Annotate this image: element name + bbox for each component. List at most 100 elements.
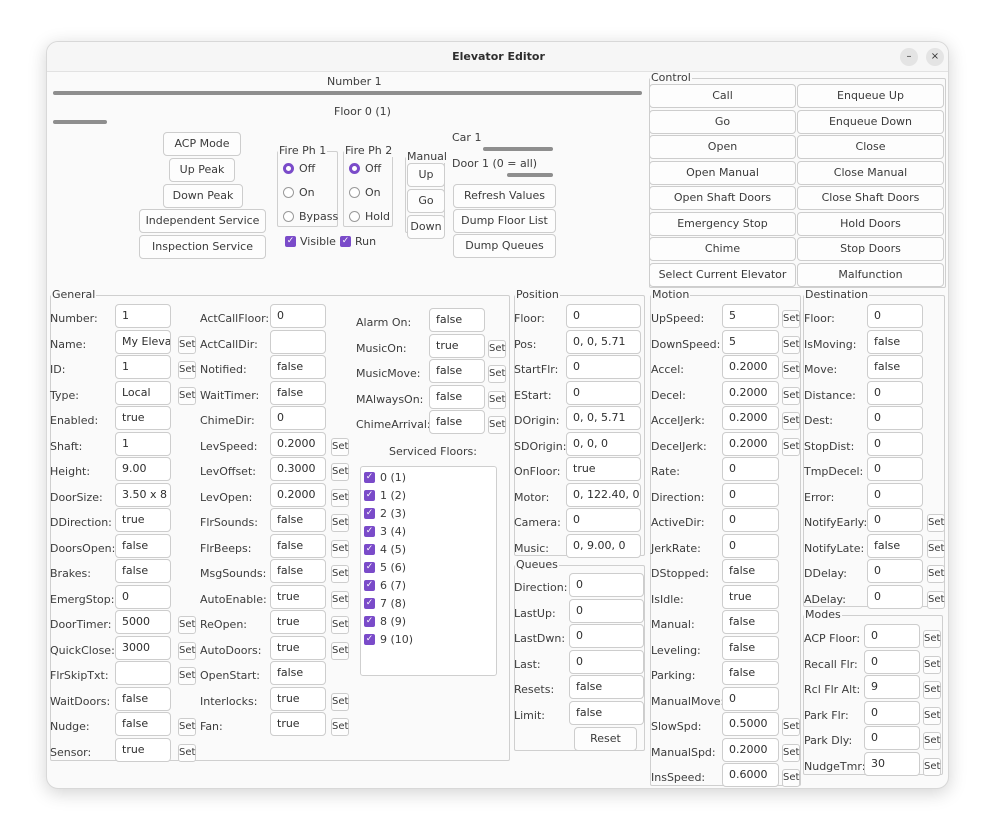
general-field-levopen[interactable]: 0.2000 bbox=[270, 482, 326, 507]
motion-field-jerkrate[interactable]: 0 bbox=[722, 533, 779, 558]
serviced-floor-checkbox-8[interactable]: ✓ bbox=[364, 616, 375, 627]
destination-set-button-ddelay[interactable]: Set bbox=[927, 565, 945, 583]
motion-set-button-acceljerk[interactable]: Set bbox=[782, 412, 800, 430]
general-set-button-type[interactable]: Set bbox=[178, 386, 196, 405]
serviced-floor-checkbox-0[interactable]: ✓ bbox=[364, 472, 375, 483]
serviced-floor-checkbox-9[interactable]: ✓ bbox=[364, 634, 375, 645]
position-field-onfloor[interactable]: true bbox=[566, 457, 641, 481]
control-close-shaft-doors-button[interactable]: Close Shaft Doors bbox=[797, 186, 944, 210]
general-set-button-chimearrival[interactable]: Set bbox=[488, 416, 506, 434]
serviced-floor-checkbox-1[interactable]: ✓ bbox=[364, 490, 375, 501]
destination-field-move[interactable]: false bbox=[867, 355, 923, 379]
general-field-quickclose[interactable]: 3000 bbox=[115, 635, 171, 660]
general-set-button-musicon[interactable]: Set bbox=[488, 339, 506, 358]
general-field-fan[interactable]: true bbox=[270, 712, 326, 736]
motion-set-button-slowspd[interactable]: Set bbox=[782, 718, 800, 736]
motion-set-button-upspeed[interactable]: Set bbox=[782, 310, 800, 328]
control-go-button[interactable]: Go bbox=[649, 109, 796, 134]
general-field-sensor[interactable]: true bbox=[115, 737, 171, 762]
general-field-emergstop[interactable]: 0 bbox=[115, 584, 171, 609]
general-field-autodoors[interactable]: true bbox=[270, 635, 326, 660]
modes-field-park-flr[interactable]: 0 bbox=[864, 700, 920, 725]
general-set-button-autoenable[interactable]: Set bbox=[331, 590, 349, 609]
serviced-floor-checkbox-7[interactable]: ✓ bbox=[364, 598, 375, 609]
manual-down-button[interactable]: Down bbox=[407, 215, 445, 239]
serviced-floor-checkbox-4[interactable]: ✓ bbox=[364, 544, 375, 555]
general-field-shaft[interactable]: 1 bbox=[115, 431, 171, 456]
fire-ph2-radio-hold[interactable] bbox=[349, 211, 360, 222]
queues-field-resets[interactable]: false bbox=[569, 675, 644, 699]
general-field-id[interactable]: 1 bbox=[115, 355, 171, 379]
general-set-button-levspeed[interactable]: Set bbox=[331, 437, 349, 456]
general-set-button-levoffset[interactable]: Set bbox=[331, 463, 349, 481]
general-field-height[interactable]: 9.00 bbox=[115, 457, 171, 481]
general-field-musicmove[interactable]: false bbox=[429, 359, 485, 383]
general-set-button-autodoors[interactable]: Set bbox=[331, 641, 349, 660]
general-set-button-flrskiptxt[interactable]: Set bbox=[178, 667, 196, 685]
queues-field-lastup[interactable]: 0 bbox=[569, 598, 644, 623]
motion-set-button-deceljerk[interactable]: Set bbox=[782, 437, 800, 456]
service-button-inspection-service[interactable]: Inspection Service bbox=[139, 235, 266, 259]
general-field-notified[interactable]: false bbox=[270, 355, 326, 379]
general-set-button-musicmove[interactable]: Set bbox=[488, 365, 506, 383]
destination-set-button-notifyearly[interactable]: Set bbox=[927, 514, 945, 532]
fire-ph1-radio-bypass[interactable] bbox=[283, 211, 294, 222]
control-enqueue-down-button[interactable]: Enqueue Down bbox=[797, 109, 944, 134]
visible-checkbox[interactable]: ✓ bbox=[285, 236, 296, 247]
motion-set-button-insspeed[interactable]: Set bbox=[782, 769, 800, 787]
motion-field-decel[interactable]: 0.2000 bbox=[722, 380, 779, 405]
position-field-camera[interactable]: 0 bbox=[566, 508, 641, 532]
destination-field-adelay[interactable]: 0 bbox=[867, 584, 923, 609]
general-field-autoenable[interactable]: true bbox=[270, 584, 326, 609]
general-field-chimearrival[interactable]: false bbox=[429, 410, 485, 434]
destination-field-distance[interactable]: 0 bbox=[867, 380, 923, 405]
control-malfunction-button[interactable]: Malfunction bbox=[797, 262, 944, 287]
destination-field-dest[interactable]: 0 bbox=[867, 406, 923, 430]
destination-field-error[interactable]: 0 bbox=[867, 482, 923, 507]
queues-field-direction[interactable]: 0 bbox=[569, 573, 644, 597]
destination-field-tmpdecel[interactable]: 0 bbox=[867, 457, 923, 481]
serviced-floor-checkbox-6[interactable]: ✓ bbox=[364, 580, 375, 591]
general-field-musicon[interactable]: true bbox=[429, 333, 485, 358]
general-field-levspeed[interactable]: 0.2000 bbox=[270, 431, 326, 456]
control-stop-doors-button[interactable]: Stop Doors bbox=[797, 237, 944, 261]
destination-set-button-adelay[interactable]: Set bbox=[927, 590, 945, 609]
motion-field-manualmove[interactable]: 0 bbox=[722, 686, 779, 711]
general-set-button-name[interactable]: Set bbox=[178, 335, 196, 354]
modes-set-button-acp-floor[interactable]: Set bbox=[923, 630, 941, 648]
refresh-values-button[interactable]: Refresh Values bbox=[453, 184, 556, 208]
motion-field-dstopped[interactable]: false bbox=[722, 559, 779, 583]
destination-field-stopdist[interactable]: 0 bbox=[867, 431, 923, 456]
position-field-dorigin[interactable]: 0, 0, 5.71 bbox=[566, 406, 641, 430]
service-button-independent-service[interactable]: Independent Service bbox=[139, 209, 266, 233]
manual-go-button[interactable]: Go bbox=[407, 189, 445, 213]
destination-field-notifyearly[interactable]: 0 bbox=[867, 508, 923, 532]
destination-field-ddelay[interactable]: 0 bbox=[867, 559, 923, 583]
control-enqueue-up-button[interactable]: Enqueue Up bbox=[797, 84, 944, 108]
position-field-estart[interactable]: 0 bbox=[566, 380, 641, 405]
fire-ph1-radio-off[interactable] bbox=[283, 163, 294, 174]
control-emergency-stop-button[interactable]: Emergency Stop bbox=[649, 211, 796, 236]
motion-field-rate[interactable]: 0 bbox=[722, 457, 779, 481]
general-field-doortimer[interactable]: 5000 bbox=[115, 610, 171, 634]
control-close-button[interactable]: Close bbox=[797, 135, 944, 159]
modes-set-button-recall-flr[interactable]: Set bbox=[923, 655, 941, 674]
motion-field-deceljerk[interactable]: 0.2000 bbox=[722, 431, 779, 456]
dump-queues-button[interactable]: Dump Queues bbox=[453, 234, 556, 258]
general-field-openstart[interactable]: false bbox=[270, 661, 326, 685]
general-field-number[interactable]: 1 bbox=[115, 304, 171, 328]
motion-field-activedir[interactable]: 0 bbox=[722, 508, 779, 532]
control-select-current-elevator-button[interactable]: Select Current Elevator bbox=[649, 262, 796, 287]
service-button-acp-mode[interactable]: ACP Mode bbox=[163, 132, 241, 156]
general-field-enabled[interactable]: true bbox=[115, 406, 171, 430]
run-checkbox[interactable]: ✓ bbox=[340, 236, 351, 247]
general-field-waittimer[interactable]: false bbox=[270, 380, 326, 405]
general-set-button-msgsounds[interactable]: Set bbox=[331, 565, 349, 583]
control-open-button[interactable]: Open bbox=[649, 135, 796, 159]
queues-field-lastdwn[interactable]: 0 bbox=[569, 624, 644, 648]
queues-reset-button[interactable]: Reset bbox=[574, 727, 637, 751]
position-field-startflr[interactable]: 0 bbox=[566, 355, 641, 379]
minimize-button[interactable]: – bbox=[900, 48, 918, 66]
general-field-nudge[interactable]: false bbox=[115, 712, 171, 736]
general-set-button-flrbeeps[interactable]: Set bbox=[331, 539, 349, 558]
